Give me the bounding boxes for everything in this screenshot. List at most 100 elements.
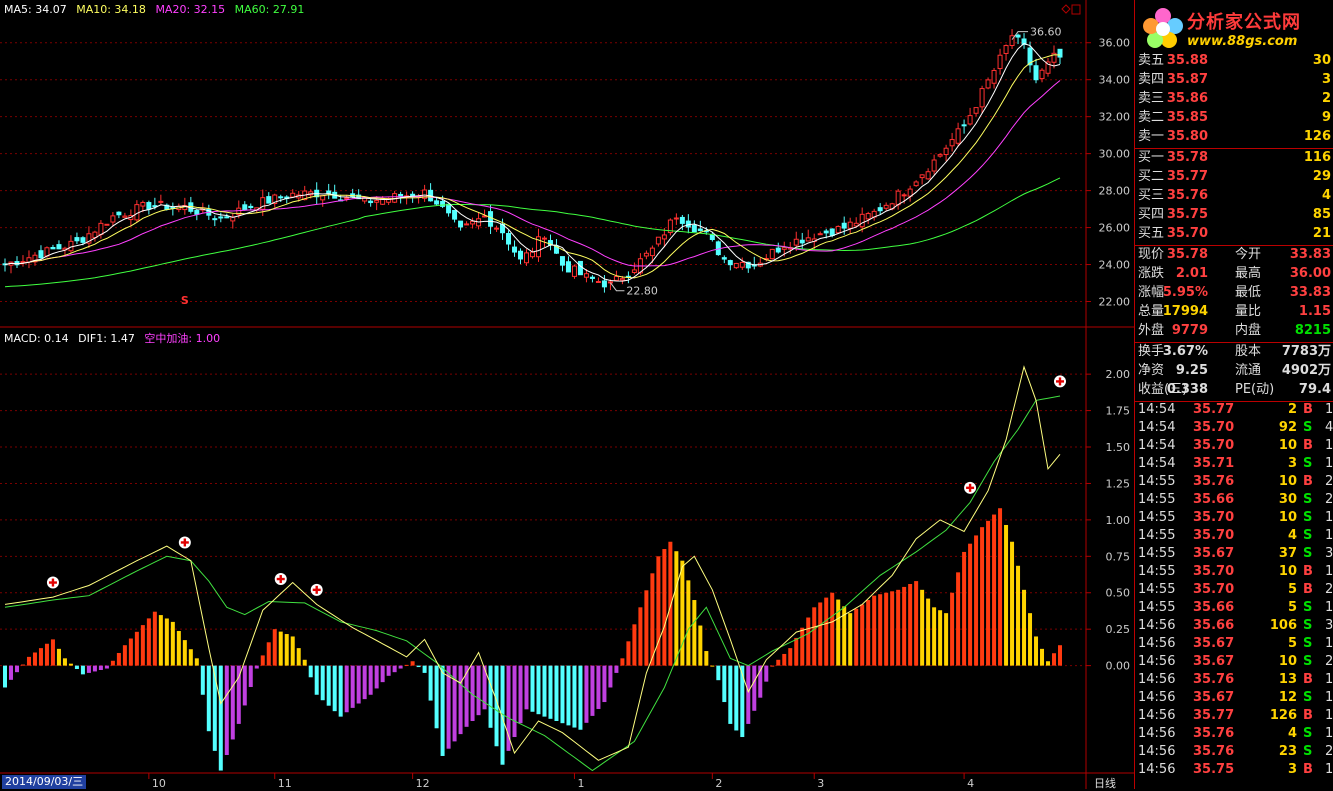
tick-time: 14:55 [1138,546,1176,561]
tick-time: 14:54 [1138,438,1176,453]
candle-down [691,224,697,233]
tick-side: S [1303,510,1313,525]
price-tick-label: 32.00 [1099,111,1131,124]
tick-row: 14:56 35.67 10 S 2 [1135,653,1333,671]
tick-side: B [1303,474,1313,489]
candle-up [955,128,961,144]
macd-bar [674,551,679,666]
candle-down [841,222,847,229]
bid-row-3[interactable]: 买三 35.76 4 [1135,187,1333,205]
price-tick-label: 28.00 [1099,185,1131,198]
tick-count: 1 [1325,528,1333,543]
candle-up [919,174,925,179]
macd-bar [122,645,127,666]
macd-bar [116,652,121,666]
candle-down [577,260,583,276]
bid-row-2[interactable]: 买二 35.77 29 [1135,168,1333,186]
chart-area[interactable]: 22.00 24.00 26.00 28.00 30.00 32.00 34.00 36.00… [0,0,1134,790]
candle-up [583,273,589,278]
macd-bar [158,615,163,666]
s-marker-label: S [181,294,189,307]
ask-row-2[interactable]: 卖四 35.87 3 [1135,71,1333,89]
macd-bar [284,634,289,666]
tick-count: 2 [1325,492,1333,507]
tick-row: 14:56 35.67 5 S 1 [1135,635,1333,653]
macd-bar [542,665,547,717]
tick-side: S [1303,690,1313,705]
fund-label: 换手 [1138,344,1165,359]
candle-down [565,261,571,273]
tick-side: B [1303,762,1313,777]
macd-bar [254,665,259,669]
candle-up [20,261,26,264]
tick-price: 35.76 [1193,726,1235,741]
macd-bar [512,665,517,738]
tick-price: 35.71 [1193,456,1235,471]
ask-row-4[interactable]: 卖二 35.85 9 [1135,109,1333,127]
tick-count: 1 [1325,762,1333,777]
stat-value: 17994 [1162,304,1208,319]
tick-time: 14:54 [1138,456,1176,471]
candle-down [278,196,284,199]
macd-bar [182,640,187,666]
stat-row-3: 涨幅 5.95% 最低 33.83 [1135,284,1333,302]
macd-bar [692,600,697,666]
tick-count: 1 [1325,672,1333,687]
tick-row: 14:55 35.66 5 S 1 [1135,599,1333,617]
ask-price: 35.85 [1166,110,1208,125]
candle-up [943,147,949,156]
macd-bar [794,637,799,666]
legend-ma60: MA60: 27.91 [234,3,305,16]
candle-up [541,237,547,240]
tick-count: 2 [1325,582,1333,597]
stat-label: 涨幅 [1138,285,1165,300]
ask-row-1[interactable]: 卖五 35.88 30 [1135,52,1333,70]
tick-row: 14:55 35.70 10 B 1 [1135,563,1333,581]
tick-side: B [1303,438,1313,453]
candle-up [913,181,919,187]
tick-volume: 4 [1287,726,1297,741]
candle-up [817,233,823,236]
bid-row-5[interactable]: 买五 35.70 21 [1135,225,1333,243]
buy-signal-cross-v [968,483,972,492]
macd-bar [776,659,781,666]
chart-svg[interactable]: 22.0024.0026.0028.0030.0032.0034.0036.00… [0,0,1134,789]
macd-bar [146,618,151,666]
month-tick-label: 10 [152,777,166,789]
tick-volume: 10 [1278,510,1297,525]
macd-bar [656,556,661,666]
tick-row: 14:56 35.66 106 S 3 [1135,617,1333,635]
tick-volume: 10 [1278,438,1297,453]
stat-label-2: 今开 [1235,247,1262,262]
candle-down [829,228,835,237]
macd-bar [986,520,991,666]
tick-volume: 5 [1287,582,1297,597]
buy-signal-cross-v [315,585,318,594]
price-tick-label: 22.00 [1099,296,1131,309]
bid-row-4[interactable]: 买四 35.75 85 [1135,206,1333,224]
macd-tick-label: 1.50 [1106,441,1131,454]
macd-bar [128,638,133,666]
macd-bar [680,560,685,666]
tick-price: 35.77 [1193,708,1235,723]
ask-row-3[interactable]: 卖三 35.86 2 [1135,90,1333,108]
candle-up [110,215,116,223]
stat-label: 总量 [1138,304,1165,319]
tick-price: 35.67 [1193,546,1235,561]
ma10-line [4,54,1061,279]
macd-bar [3,665,7,688]
ask-row-5[interactable]: 卖一 35.80 126 [1135,128,1333,146]
tick-count: 3 [1325,546,1333,561]
macd-bar [548,665,553,719]
macd-bar [200,665,205,695]
fund-label-2: 股本 [1235,344,1262,359]
price-tick-label: 36.00 [1099,37,1131,50]
macd-bar [422,665,427,673]
bid-row-1[interactable]: 买一 35.78 116 [1135,149,1333,167]
macd-bar [104,665,109,669]
macd-bar [1052,653,1057,666]
macd-bar [620,658,625,666]
tick-side: S [1303,492,1313,507]
candle-up [344,197,350,200]
candle-down [242,204,248,211]
